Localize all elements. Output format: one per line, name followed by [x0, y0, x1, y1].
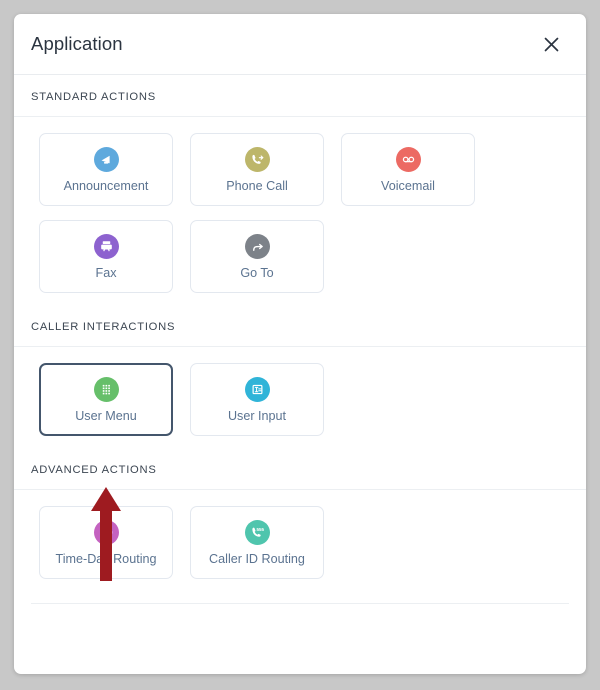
card-row: Time-Day Routing 555 Caller ID Routing [39, 506, 586, 579]
section-header-caller-interactions: CALLER INTERACTIONS [14, 305, 586, 347]
action-card-label: Announcement [63, 178, 149, 193]
form-input-icon [244, 376, 270, 402]
action-card-label: Fax [95, 265, 117, 280]
phone-forward-icon [244, 146, 270, 172]
goto-arrow-icon [244, 233, 270, 259]
action-card-label: Time-Day Routing [55, 551, 157, 566]
action-card-go-to[interactable]: Go To [190, 220, 324, 293]
section-body-advanced-actions: Time-Day Routing 555 Caller ID Routing [14, 490, 586, 591]
section-advanced-actions: ADVANCED ACTIONS Time-Day Routing 555 Calle… [14, 448, 586, 591]
sections-container: STANDARD ACTIONS Announcement Phone Call Vo… [14, 75, 586, 591]
megaphone-icon [93, 146, 119, 172]
section-body-standard-actions: Announcement Phone Call Voicemail Fax Go To [14, 117, 586, 305]
action-card-announcement[interactable]: Announcement [39, 133, 173, 206]
application-dialog: Application STANDARD ACTIONS Announcement… [14, 14, 586, 674]
card-row: User Menu User Input [39, 363, 586, 436]
section-standard-actions: STANDARD ACTIONS Announcement Phone Call Vo… [14, 75, 586, 305]
action-card-time-day-routing[interactable]: Time-Day Routing [39, 506, 173, 579]
page-title: Application [31, 33, 123, 54]
section-header-standard-actions: STANDARD ACTIONS [14, 75, 586, 117]
action-card-user-input[interactable]: User Input [190, 363, 324, 436]
action-card-label: Go To [240, 265, 274, 280]
close-icon[interactable] [538, 31, 564, 57]
action-card-user-menu[interactable]: User Menu [39, 363, 173, 436]
section-caller-interactions: CALLER INTERACTIONS User Menu User Input [14, 305, 586, 448]
action-card-label: User Input [227, 408, 287, 423]
action-card-label: Voicemail [381, 178, 435, 193]
section-header-advanced-actions: ADVANCED ACTIONS [14, 448, 586, 490]
action-card-fax[interactable]: Fax [39, 220, 173, 293]
action-card-caller-id-routing[interactable]: 555 Caller ID Routing [190, 506, 324, 579]
action-card-phone-call[interactable]: Phone Call [190, 133, 324, 206]
card-row: Announcement Phone Call Voicemail [39, 133, 586, 206]
voicemail-icon [395, 146, 421, 172]
action-card-voicemail[interactable]: Voicemail [341, 133, 475, 206]
action-card-label: User Menu [75, 408, 137, 423]
dialog-header: Application [14, 14, 586, 75]
action-card-label: Caller ID Routing [209, 551, 305, 566]
svg-text:555: 555 [256, 526, 264, 531]
caller-id-phone-icon: 555 [244, 519, 270, 545]
clock-icon [93, 519, 119, 545]
card-row: Fax Go To [39, 220, 586, 293]
bottom-divider [31, 603, 569, 604]
fax-icon [93, 233, 119, 259]
keypad-icon [93, 376, 119, 402]
section-body-caller-interactions: User Menu User Input [14, 347, 586, 448]
action-card-label: Phone Call [226, 178, 288, 193]
